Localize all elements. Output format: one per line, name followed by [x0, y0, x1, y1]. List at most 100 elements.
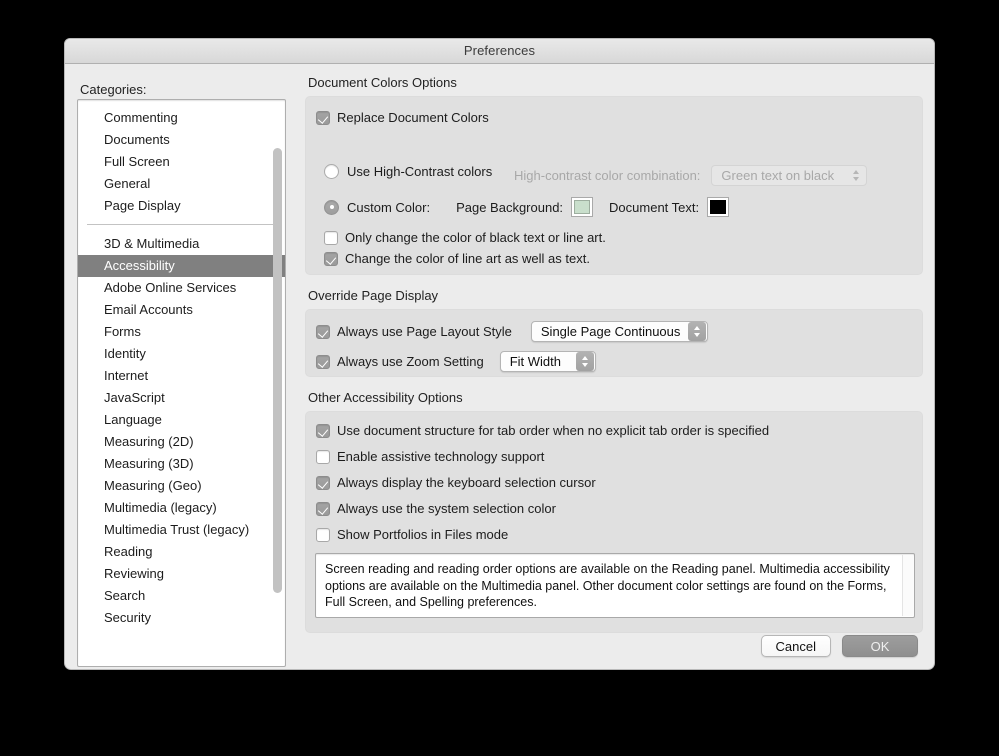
replace-document-colors-checkbox[interactable]	[316, 111, 330, 125]
always-use-layout-label: Always use Page Layout Style	[337, 324, 512, 339]
sidebar-item-reviewing[interactable]: Reviewing	[78, 563, 285, 585]
sidebar-item-full-screen[interactable]: Full Screen	[78, 151, 285, 173]
chevron-updown-icon	[847, 166, 865, 185]
custom-color-row[interactable]: Custom Color: Page Background: Document …	[324, 197, 729, 217]
sidebar-item-security[interactable]: Security	[78, 607, 285, 629]
sidebar-item-email-accounts[interactable]: Email Accounts	[78, 299, 285, 321]
always-use-zoom-row[interactable]: Always use Zoom Setting Fit Width	[316, 351, 596, 372]
option-row-keyboard-cursor[interactable]: Always display the keyboard selection cu…	[316, 475, 596, 490]
sidebar-item-measuring-geo[interactable]: Measuring (Geo)	[78, 475, 285, 497]
option-row-assistive-tech[interactable]: Enable assistive technology support	[316, 449, 544, 464]
change-line-art-checkbox[interactable]	[324, 252, 338, 266]
sidebar-item-multimedia-legacy[interactable]: Multimedia (legacy)	[78, 497, 285, 519]
category-group-primary: Commenting Documents Full Screen General…	[78, 107, 285, 217]
page-layout-style-select[interactable]: Single Page Continuous	[531, 321, 709, 342]
sidebar-item-multimedia-trust-legacy[interactable]: Multimedia Trust (legacy)	[78, 519, 285, 541]
category-list-scrollbar[interactable]	[272, 103, 283, 663]
use-high-contrast-label: Use High-Contrast colors	[347, 164, 492, 179]
system-selection-color-label: Always use the system selection color	[337, 501, 556, 516]
always-use-zoom-label: Always use Zoom Setting	[337, 354, 484, 369]
custom-color-radio[interactable]	[324, 200, 339, 215]
sidebar-item-commenting[interactable]: Commenting	[78, 107, 285, 129]
category-list-scroll-content: Commenting Documents Full Screen General…	[78, 100, 285, 666]
only-change-black-text-checkbox[interactable]	[324, 231, 338, 245]
enable-assistive-technology-label: Enable assistive technology support	[337, 449, 544, 464]
system-selection-color-checkbox[interactable]	[316, 502, 330, 516]
high-contrast-combination-value: Green text on black	[721, 168, 847, 183]
cancel-button[interactable]: Cancel	[761, 635, 831, 657]
document-text-swatch-fill	[710, 200, 726, 214]
only-change-black-text-label: Only change the color of black text or l…	[345, 230, 606, 245]
show-portfolios-checkbox[interactable]	[316, 528, 330, 542]
accessibility-note: Screen reading and reading order options…	[315, 553, 915, 618]
sidebar-item-general[interactable]: General	[78, 173, 285, 195]
page-background-swatch-fill	[574, 200, 590, 214]
zoom-setting-select[interactable]: Fit Width	[500, 351, 596, 372]
sidebar-item-language[interactable]: Language	[78, 409, 285, 431]
high-contrast-combination-select[interactable]: Green text on black	[711, 165, 867, 186]
zoom-setting-value: Fit Width	[510, 354, 576, 369]
only-change-black-text-row[interactable]: Only change the color of black text or l…	[324, 230, 606, 245]
custom-color-label: Custom Color:	[347, 200, 430, 215]
use-high-contrast-row[interactable]: Use High-Contrast colors	[324, 164, 492, 179]
option-row-system-selection-color[interactable]: Always use the system selection color	[316, 501, 556, 516]
replace-document-colors-label: Replace Document Colors	[337, 110, 489, 125]
window-titlebar[interactable]: Preferences	[65, 39, 934, 64]
page-background-label: Page Background:	[456, 200, 563, 215]
dialog-buttons: Cancel OK	[761, 635, 918, 657]
categories-label: Categories:	[80, 82, 146, 97]
sidebar-item-javascript[interactable]: JavaScript	[78, 387, 285, 409]
always-use-layout-row[interactable]: Always use Page Layout Style Single Page…	[316, 321, 708, 342]
sidebar-item-internet[interactable]: Internet	[78, 365, 285, 387]
other-accessibility-groupbox: Use document structure for tab order whe…	[305, 411, 923, 633]
sidebar-item-search[interactable]: Search	[78, 585, 285, 607]
document-colors-groupbox: Replace Document Colors Use High-Contras…	[305, 96, 923, 275]
change-line-art-label: Change the color of line art as well as …	[345, 251, 590, 266]
option-row-show-portfolios[interactable]: Show Portfolios in Files mode	[316, 527, 508, 542]
change-line-art-row[interactable]: Change the color of line art as well as …	[324, 251, 590, 266]
page-layout-style-value: Single Page Continuous	[541, 324, 689, 339]
accessibility-panel: Document Colors Options Replace Document…	[305, 75, 923, 633]
sidebar-item-reading[interactable]: Reading	[78, 541, 285, 563]
category-group-secondary: 3D & Multimedia Accessibility Adobe Onli…	[78, 233, 285, 629]
override-page-display-groupbox: Always use Page Layout Style Single Page…	[305, 309, 923, 377]
scrollbar-thumb[interactable]	[273, 148, 282, 593]
always-use-zoom-checkbox[interactable]	[316, 355, 330, 369]
window-title: Preferences	[65, 43, 934, 58]
keyboard-selection-cursor-label: Always display the keyboard selection cu…	[337, 475, 596, 490]
sidebar-item-3d-multimedia[interactable]: 3D & Multimedia	[78, 233, 285, 255]
sidebar-item-forms[interactable]: Forms	[78, 321, 285, 343]
chevron-updown-icon	[688, 322, 706, 341]
enable-assistive-technology-checkbox[interactable]	[316, 450, 330, 464]
replace-document-colors-row[interactable]: Replace Document Colors	[316, 110, 489, 125]
high-contrast-combination-group: High-contrast color combination: Green t…	[514, 165, 867, 186]
sidebar-item-documents[interactable]: Documents	[78, 129, 285, 151]
category-list[interactable]: Commenting Documents Full Screen General…	[77, 99, 286, 667]
sidebar-item-accessibility[interactable]: Accessibility	[78, 255, 285, 277]
page-background-swatch[interactable]	[571, 197, 593, 217]
ok-button[interactable]: OK	[842, 635, 918, 657]
document-text-label: Document Text:	[609, 200, 699, 215]
document-text-swatch[interactable]	[707, 197, 729, 217]
sidebar-item-measuring-3d[interactable]: Measuring (3D)	[78, 453, 285, 475]
always-use-layout-checkbox[interactable]	[316, 325, 330, 339]
high-contrast-combination-label: High-contrast color combination:	[514, 168, 700, 183]
document-colors-section-label: Document Colors Options	[308, 75, 923, 90]
sidebar-item-measuring-2d[interactable]: Measuring (2D)	[78, 431, 285, 453]
sidebar-item-page-display[interactable]: Page Display	[78, 195, 285, 217]
other-accessibility-section-label: Other Accessibility Options	[308, 390, 923, 405]
accessibility-note-text: Screen reading and reading order options…	[325, 562, 890, 609]
sidebar-item-adobe-online-services[interactable]: Adobe Online Services	[78, 277, 285, 299]
note-scrollbar-track[interactable]	[902, 555, 913, 616]
keyboard-selection-cursor-checkbox[interactable]	[316, 476, 330, 490]
sidebar-item-identity[interactable]: Identity	[78, 343, 285, 365]
use-document-structure-checkbox[interactable]	[316, 424, 330, 438]
sidebar-divider	[87, 224, 276, 225]
preferences-window: Preferences Categories: Commenting Docum…	[64, 38, 935, 670]
option-row-tab-order[interactable]: Use document structure for tab order whe…	[316, 423, 769, 438]
override-page-display-section-label: Override Page Display	[308, 288, 923, 303]
use-document-structure-label: Use document structure for tab order whe…	[337, 423, 769, 438]
show-portfolios-label: Show Portfolios in Files mode	[337, 527, 508, 542]
chevron-updown-icon	[576, 352, 594, 371]
use-high-contrast-radio[interactable]	[324, 164, 339, 179]
